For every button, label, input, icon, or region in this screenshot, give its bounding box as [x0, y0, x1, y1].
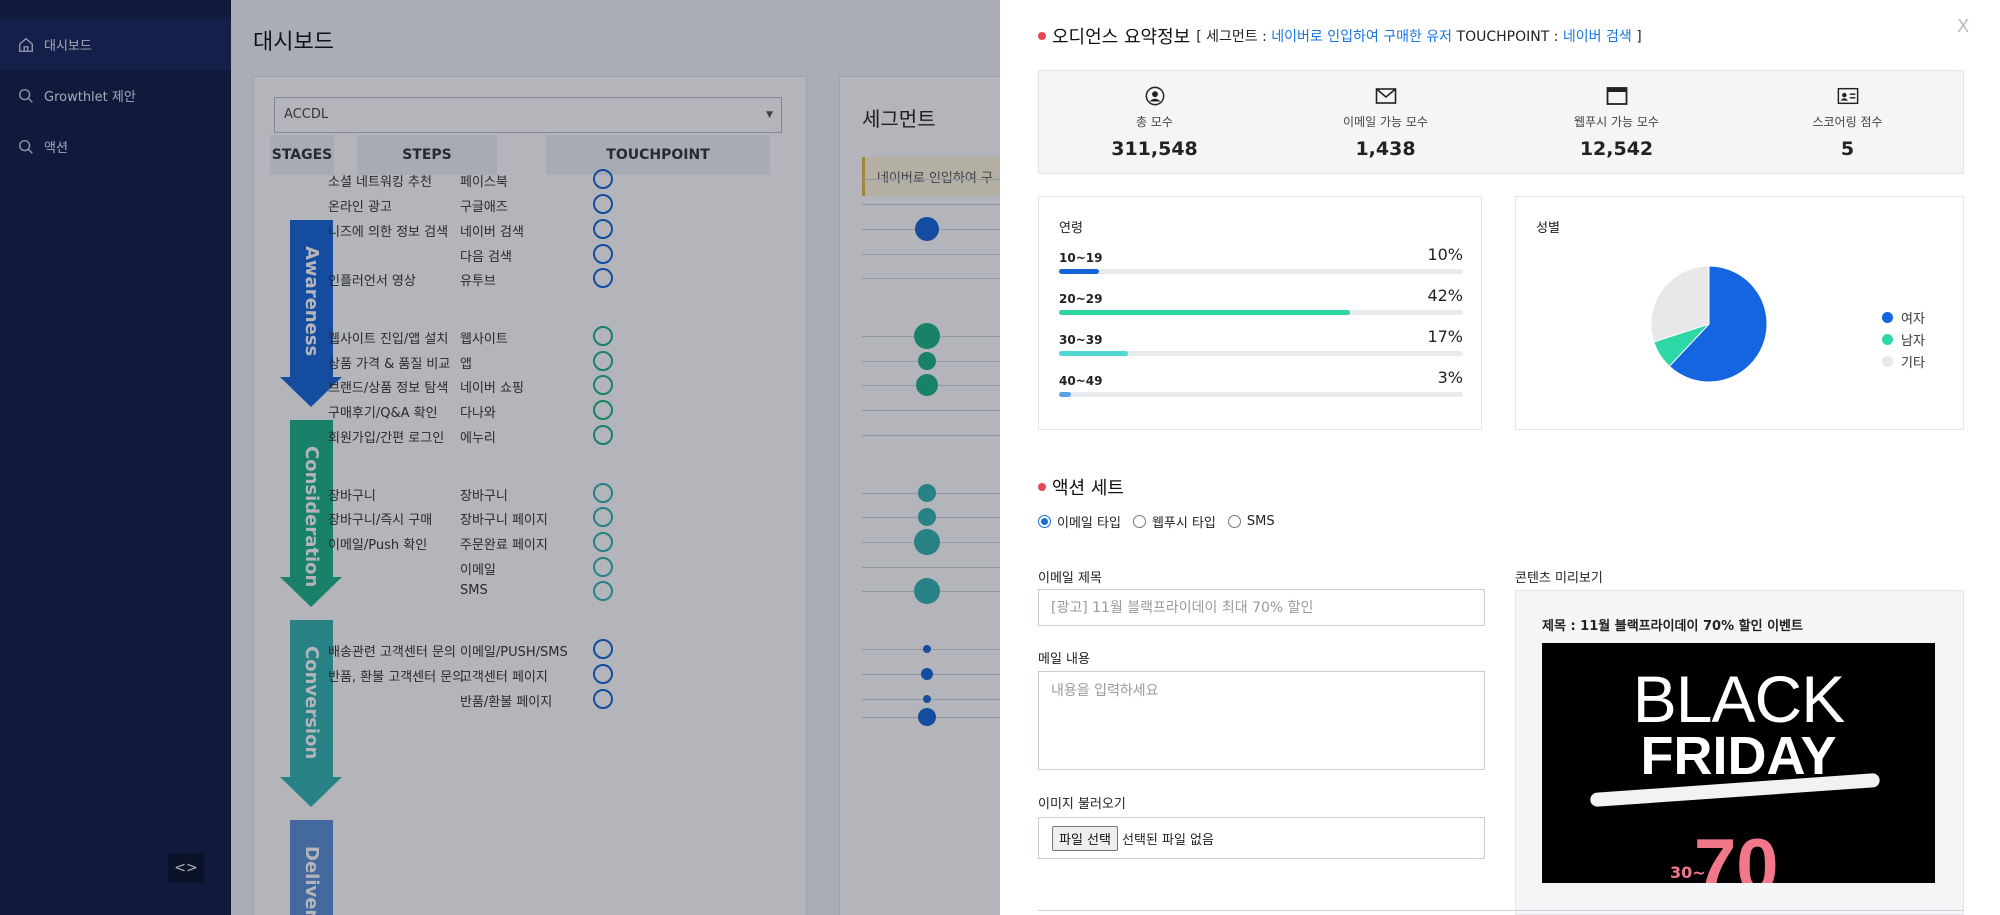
radio-email-type[interactable]: 이메일 타입: [1038, 512, 1121, 531]
stat-value: 1,438: [1355, 138, 1416, 160]
age-pct: 42%: [1427, 286, 1463, 305]
legend-item: 남자: [1882, 328, 1925, 350]
envelope-icon: [1374, 85, 1398, 107]
gender-pie-chart: [1650, 265, 1768, 383]
file-status: 선택된 파일 없음: [1121, 832, 1214, 848]
radio-label: SMS: [1246, 514, 1275, 529]
age-title: 연령: [1059, 221, 1083, 236]
mail-body-label: 메일 내용: [1038, 652, 1090, 667]
action-set-title: 액션 세트: [1038, 474, 1124, 500]
email-subject-label: 이메일 제목: [1038, 571, 1102, 586]
age-fill: [1059, 269, 1100, 274]
stat-webpush: 웹푸시 가능 모수 12,542: [1501, 71, 1732, 173]
close-icon[interactable]: X: [1957, 16, 1969, 37]
legend-item: 기타: [1882, 350, 1925, 372]
radio-sms[interactable]: SMS: [1227, 514, 1275, 529]
age-pct: 10%: [1427, 245, 1463, 264]
stat-label: 스코어링 점수: [1812, 115, 1883, 129]
age-label: 30~39: [1059, 333, 1103, 347]
age-row: 30~39 17%: [1059, 327, 1463, 356]
mail-body-textarea[interactable]: [1038, 671, 1485, 770]
age-label: 20~29: [1059, 292, 1103, 306]
segment-suffix: ]: [1636, 29, 1642, 45]
modal-overlay[interactable]: [0, 0, 1000, 915]
age-box: 연령 10~19 10% 20~29 42% 30~39 17% 40~49 3…: [1038, 196, 1482, 430]
promo-percent: 70: [1694, 824, 1779, 883]
age-track: [1059, 392, 1463, 397]
radio-label: 이메일 타입: [1057, 516, 1121, 531]
segment-info: [ 세그먼트 : 네이버로 인입하여 구매한 유저 TOUCHPOINT : 네…: [1196, 26, 1641, 46]
divider: [1038, 910, 1964, 911]
legend-label: 남자: [1901, 333, 1925, 349]
image-file-input[interactable]: 파일 선택 선택된 파일 없음: [1038, 817, 1485, 859]
age-row: 40~49 3%: [1059, 368, 1463, 397]
action-set-title-text: 액션 세트: [1052, 478, 1124, 499]
legend-swatch: [1882, 355, 1893, 367]
gender-box: 성별 여자 남자 기타: [1515, 196, 1964, 430]
age-fill: [1059, 351, 1128, 356]
age-row: 10~19 10%: [1059, 245, 1463, 274]
radio-label: 웹푸시 타입: [1151, 516, 1216, 531]
image-upload-label: 이미지 불러오기: [1038, 797, 1126, 812]
touchpoint-prefix: TOUCHPOINT :: [1456, 29, 1559, 45]
age-pct: 17%: [1427, 327, 1463, 346]
audience-panel: X 오디언스 요약정보 [ 세그먼트 : 네이버로 인입하여 구매한 유저 TO…: [1000, 0, 2000, 915]
audience-title: 오디언스 요약정보 [ 세그먼트 : 네이버로 인입하여 구매한 유저 TOUC…: [1038, 23, 1642, 49]
stat-label: 웹푸시 가능 모수: [1574, 115, 1659, 129]
email-subject-input[interactable]: [1038, 589, 1485, 626]
promo-image: BLACK FRIDAY 30~ 70: [1542, 643, 1935, 883]
radio-webpush-type[interactable]: 웹푸시 타입: [1132, 512, 1216, 531]
segment-prefix: [ 세그먼트 :: [1196, 29, 1267, 45]
radio-button[interactable]: [1132, 515, 1146, 528]
age-pct: 3%: [1437, 368, 1463, 387]
age-fill: [1059, 310, 1350, 315]
age-track: [1059, 310, 1463, 315]
stat-label: 총 모수: [1136, 115, 1173, 129]
stat-value: 5: [1840, 138, 1855, 160]
stats-bar: 총 모수 311,548 이메일 가능 모수 1,438 웹푸시 가능 모수 1…: [1038, 70, 1964, 174]
preview-title: 제목 : 11월 블랙프라이데이 70% 할인 이벤트: [1542, 619, 1803, 634]
legend-swatch: [1882, 333, 1893, 345]
age-fill: [1059, 392, 1072, 397]
stat-score: 스코어링 점수 5: [1732, 71, 1963, 173]
radio-button[interactable]: [1038, 515, 1051, 528]
legend-label: 여자: [1901, 311, 1925, 327]
bullet-icon: [1038, 483, 1046, 491]
stat-total: 총 모수 311,548: [1039, 71, 1270, 173]
action-type-radios: 이메일 타입 웹푸시 타입 SMS: [1038, 512, 1287, 531]
audience-title-text: 오디언스 요약정보: [1052, 27, 1191, 48]
age-row: 20~29 42%: [1059, 286, 1463, 315]
age-label: 10~19: [1059, 251, 1103, 265]
age-label: 40~49: [1059, 374, 1103, 388]
legend-item: 여자: [1882, 306, 1925, 328]
id-card-icon: [1836, 85, 1860, 107]
legend-label: 기타: [1901, 355, 1925, 371]
bullet-icon: [1038, 32, 1046, 40]
age-track: [1059, 269, 1463, 274]
stat-value: 311,548: [1111, 138, 1198, 160]
content-preview: 제목 : 11월 블랙프라이데이 70% 할인 이벤트 BLACK FRIDAY…: [1515, 590, 1964, 915]
age-track: [1059, 351, 1463, 356]
radio-button[interactable]: [1227, 515, 1241, 528]
stat-value: 12,542: [1579, 138, 1654, 160]
browser-window-icon: [1605, 85, 1629, 107]
touchpoint-value: 네이버 검색: [1562, 29, 1632, 45]
stat-email: 이메일 가능 모수 1,438: [1270, 71, 1501, 173]
content-preview-label: 콘텐츠 미리보기: [1515, 571, 1603, 586]
gender-title: 성별: [1536, 221, 1560, 236]
stat-label: 이메일 가능 모수: [1343, 115, 1428, 129]
segment-value: 네이버로 인입하여 구매한 유저: [1271, 29, 1453, 45]
user-circle-icon: [1143, 85, 1167, 107]
legend-swatch: [1882, 311, 1893, 323]
choose-file-button[interactable]: 파일 선택: [1052, 825, 1118, 851]
gender-legend: 여자 남자 기타: [1882, 306, 1925, 372]
